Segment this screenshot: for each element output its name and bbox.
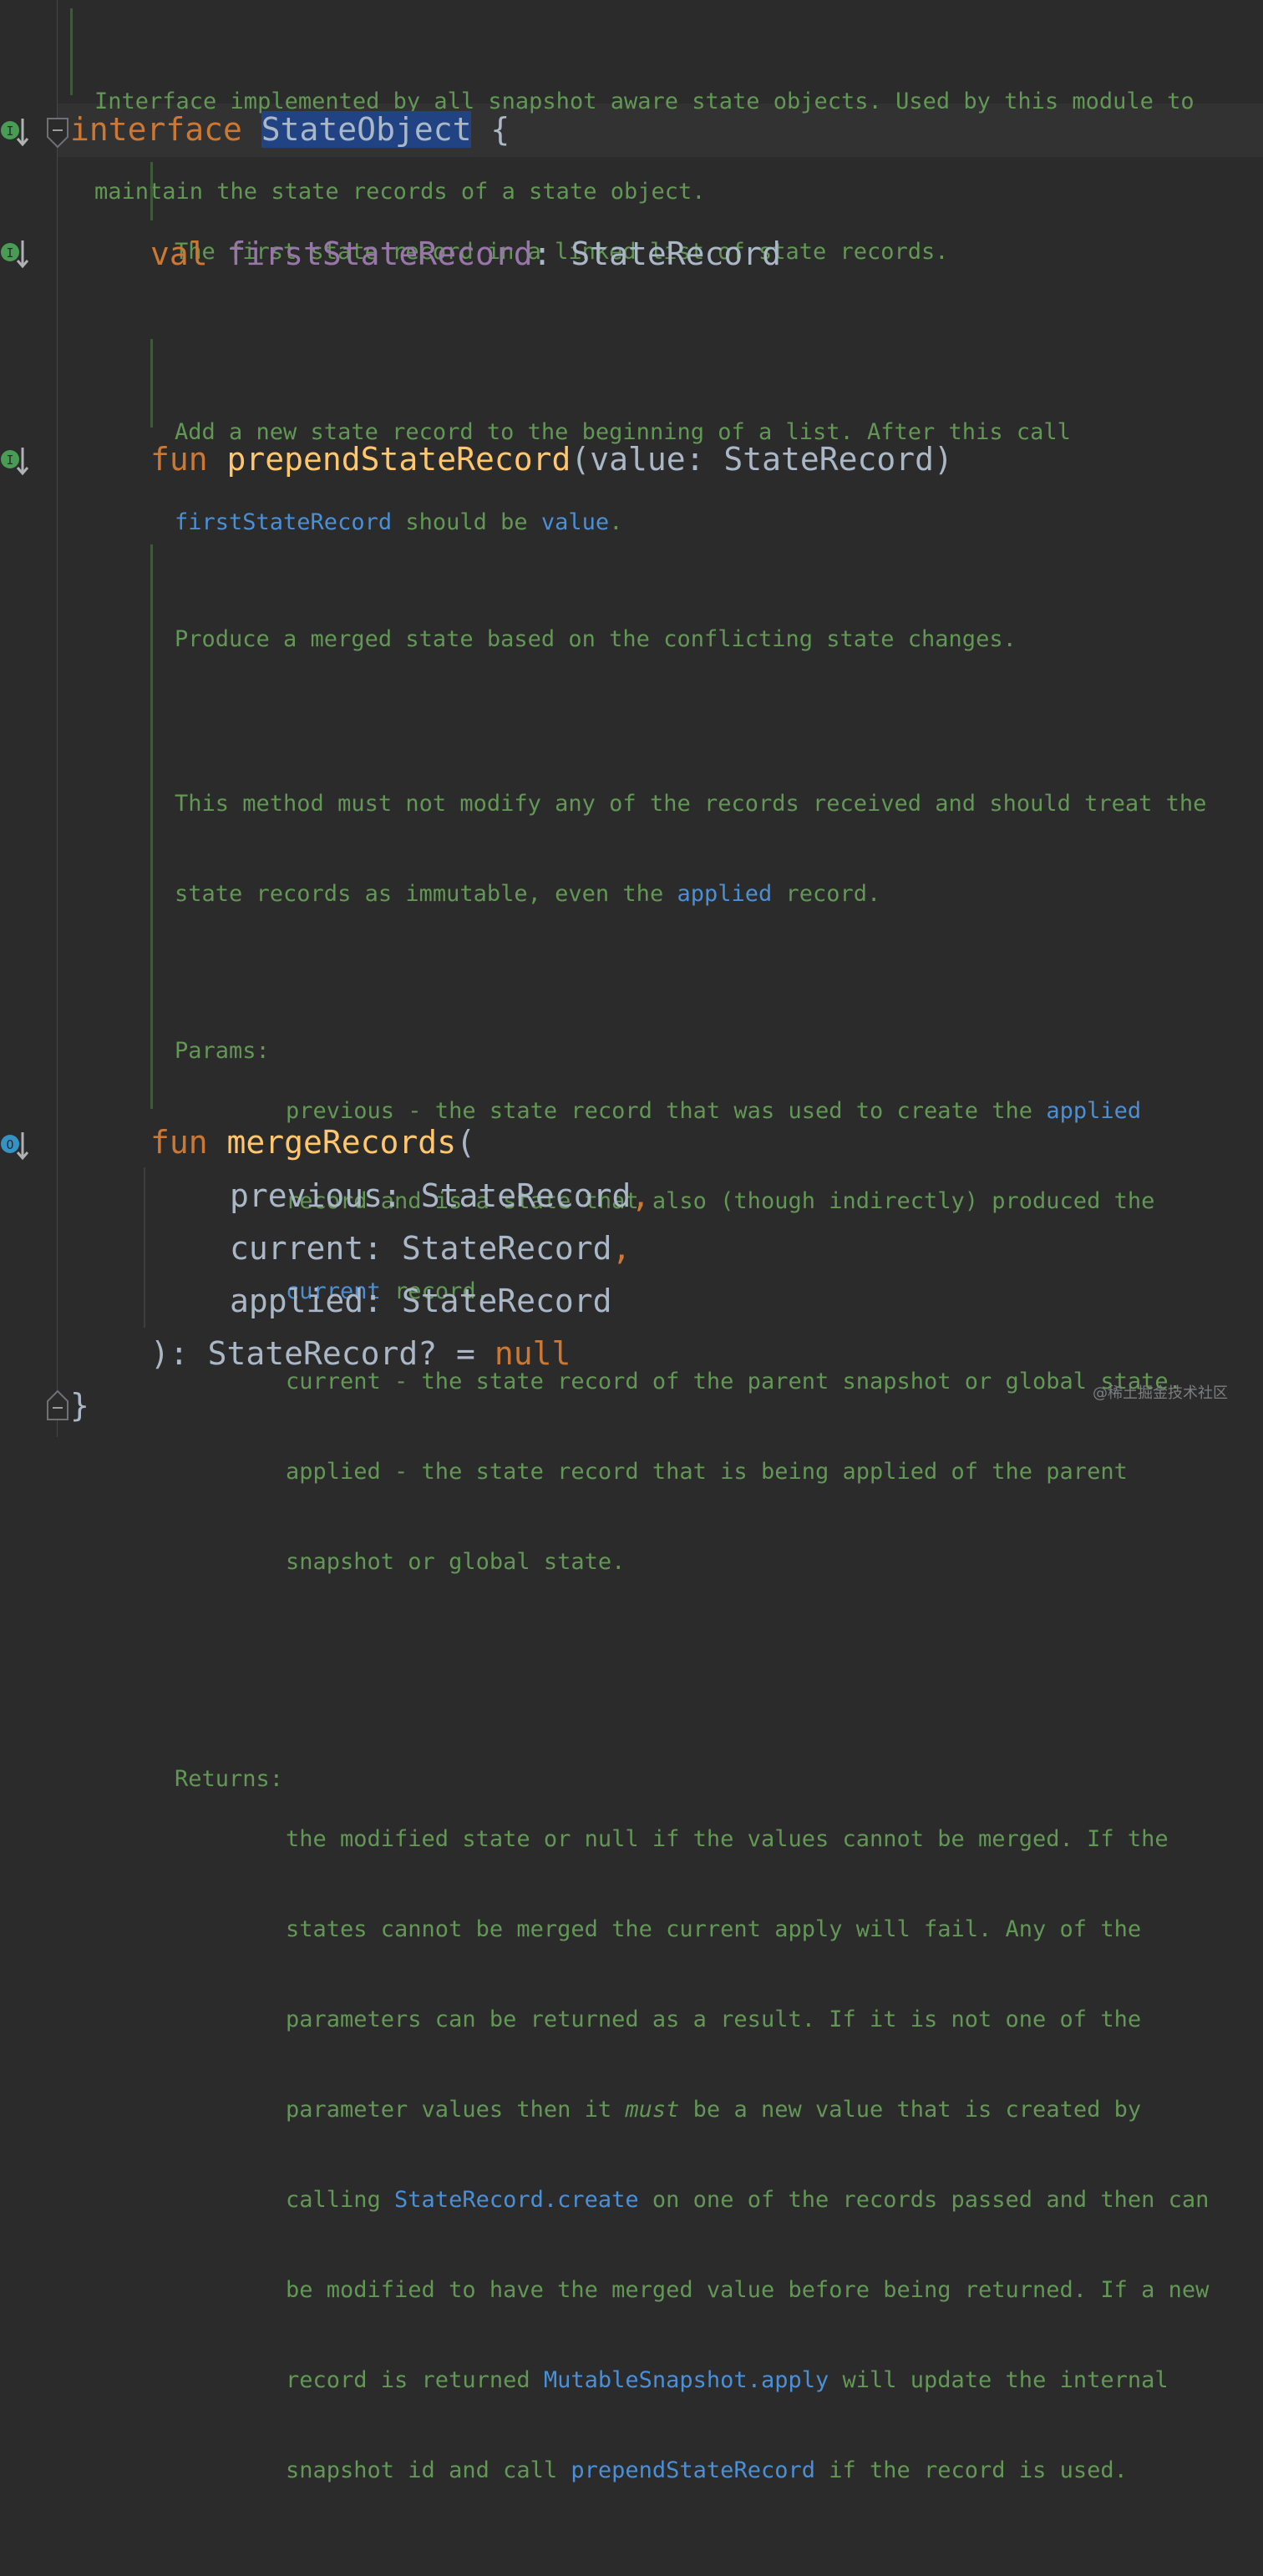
- prepend-doc-comment: Add a new state record to the beginning …: [150, 339, 1071, 535]
- gutter-separator: [57, 0, 58, 1437]
- param-text: current: StateRecord: [230, 1230, 612, 1267]
- indent-guide: [144, 1167, 145, 1328]
- param-text: applied: StateRecord: [230, 1283, 612, 1319]
- function-name[interactable]: mergeRecords: [227, 1124, 457, 1161]
- doc-link[interactable]: StateRecord.create: [394, 2187, 639, 2213]
- svg-text:O: O: [6, 1137, 13, 1152]
- merge-function-declaration: fun mergeRecords(: [150, 1124, 475, 1161]
- svg-text:I: I: [6, 453, 13, 468]
- doc-link[interactable]: value: [541, 509, 609, 535]
- doc-text: should be: [392, 509, 541, 535]
- doc-line: state records as immutable, even the app…: [175, 879, 1209, 909]
- fold-end-icon[interactable]: [46, 1389, 69, 1421]
- doc-text: previous - the state record that was use…: [286, 1098, 1047, 1124]
- close-brace: }: [70, 1387, 89, 1424]
- property-doc-comment: The first state record in a linked list …: [150, 162, 949, 265]
- doc-line: This method must not modify any of the r…: [175, 791, 1207, 817]
- interface-doc-comment: Interface implemented by all snapshot aw…: [70, 8, 1195, 205]
- doc-text: state records as immutable, even the: [175, 881, 677, 907]
- doc-link[interactable]: prependStateRecord: [571, 2457, 815, 2483]
- doc-line: firstStateRecord should be value.: [175, 508, 1071, 538]
- doc-line: parameter values then it must be a new v…: [286, 2095, 1209, 2125]
- fun-keyword: fun: [150, 1124, 208, 1161]
- merge-param-previous: previous: StateRecord,: [230, 1177, 650, 1214]
- doc-emphasis: must: [625, 2097, 680, 2123]
- implemented-member-icon[interactable]: I: [0, 444, 33, 481]
- watermark: @稀土掘金技术社区: [1093, 1384, 1228, 1402]
- doc-link[interactable]: applied: [677, 881, 772, 907]
- doc-line: snapshot or global state.: [286, 1549, 626, 1575]
- doc-line: Produce a merged state based on the conf…: [175, 626, 1017, 652]
- doc-link[interactable]: MutableSnapshot.apply: [544, 2367, 829, 2393]
- property-name[interactable]: firstStateRecord: [227, 235, 533, 272]
- doc-line: the modified state or null if the values…: [286, 1826, 1169, 1852]
- doc-line: record is returned MutableSnapshot.apply…: [286, 2366, 1209, 2396]
- svg-text:I: I: [6, 124, 13, 139]
- overridden-member-icon[interactable]: O: [0, 1129, 33, 1166]
- fold-collapse-icon[interactable]: [46, 117, 69, 149]
- doc-link[interactable]: applied: [1046, 1098, 1141, 1124]
- prepend-function-declaration: fun prependStateRecord(value: StateRecor…: [150, 441, 953, 478]
- doc-line: calling StateRecord.create on one of the…: [286, 2185, 1209, 2215]
- doc-text: record.: [772, 881, 881, 907]
- interface-keyword: interface: [70, 111, 242, 148]
- doc-text: if the record is used.: [814, 2457, 1128, 2483]
- merge-param-current: current: StateRecord,: [230, 1230, 631, 1267]
- return-text: ): StateRecord? =: [150, 1335, 495, 1372]
- open-paren: (: [456, 1124, 475, 1161]
- doc-text: be a new value that is created by: [679, 2097, 1142, 2123]
- doc-line: applied - the state record that is being…: [286, 1459, 1128, 1485]
- property-declaration: val firstStateRecord: StateRecord: [150, 235, 781, 272]
- doc-line: previous - the state record that was use…: [286, 1096, 1182, 1126]
- doc-line: states cannot be merged the current appl…: [286, 1916, 1142, 1942]
- doc-text: record is returned: [286, 2367, 544, 2393]
- colon: :: [532, 235, 552, 272]
- open-brace: {: [490, 111, 510, 148]
- doc-text: will update the internal: [829, 2367, 1169, 2393]
- doc-text: on one of the records passed and then ca…: [638, 2187, 1210, 2213]
- interface-declaration: interface StateObject {: [70, 111, 510, 148]
- val-keyword: val: [150, 235, 208, 272]
- doc-link[interactable]: firstStateRecord: [175, 509, 392, 535]
- merge-doc-comment: Produce a merged state based on the conf…: [150, 544, 1209, 2483]
- null-keyword: null: [494, 1335, 571, 1372]
- doc-text: parameter values then it: [286, 2097, 626, 2123]
- doc-line: snapshot id and call prependStateRecord …: [286, 2456, 1209, 2486]
- implemented-interface-icon[interactable]: I: [0, 115, 33, 152]
- function-name[interactable]: prependStateRecord: [227, 441, 571, 478]
- merge-param-applied: applied: StateRecord: [230, 1283, 612, 1319]
- fun-keyword: fun: [150, 441, 208, 478]
- returns-label: Returns:: [175, 1766, 284, 1792]
- param-text: previous: StateRecord: [230, 1177, 632, 1214]
- doc-text: .: [609, 509, 623, 535]
- comma: ,: [611, 1230, 632, 1267]
- svg-text:I: I: [6, 245, 13, 261]
- comma: ,: [631, 1177, 651, 1214]
- merge-return-type: ): StateRecord? = null: [150, 1335, 571, 1372]
- doc-line: parameters can be returned as a result. …: [286, 2007, 1142, 2032]
- returns-section: Returns: the modified state or null if t…: [175, 1764, 1209, 2546]
- property-type[interactable]: StateRecord: [571, 235, 781, 272]
- implemented-member-icon[interactable]: I: [0, 237, 33, 274]
- interface-name[interactable]: StateObject: [261, 111, 472, 148]
- doc-text: calling: [286, 2187, 395, 2213]
- function-params: (value: StateRecord): [571, 441, 953, 478]
- doc-text: snapshot id and call: [286, 2457, 571, 2483]
- doc-line: be modified to have the merged value bef…: [286, 2277, 1210, 2303]
